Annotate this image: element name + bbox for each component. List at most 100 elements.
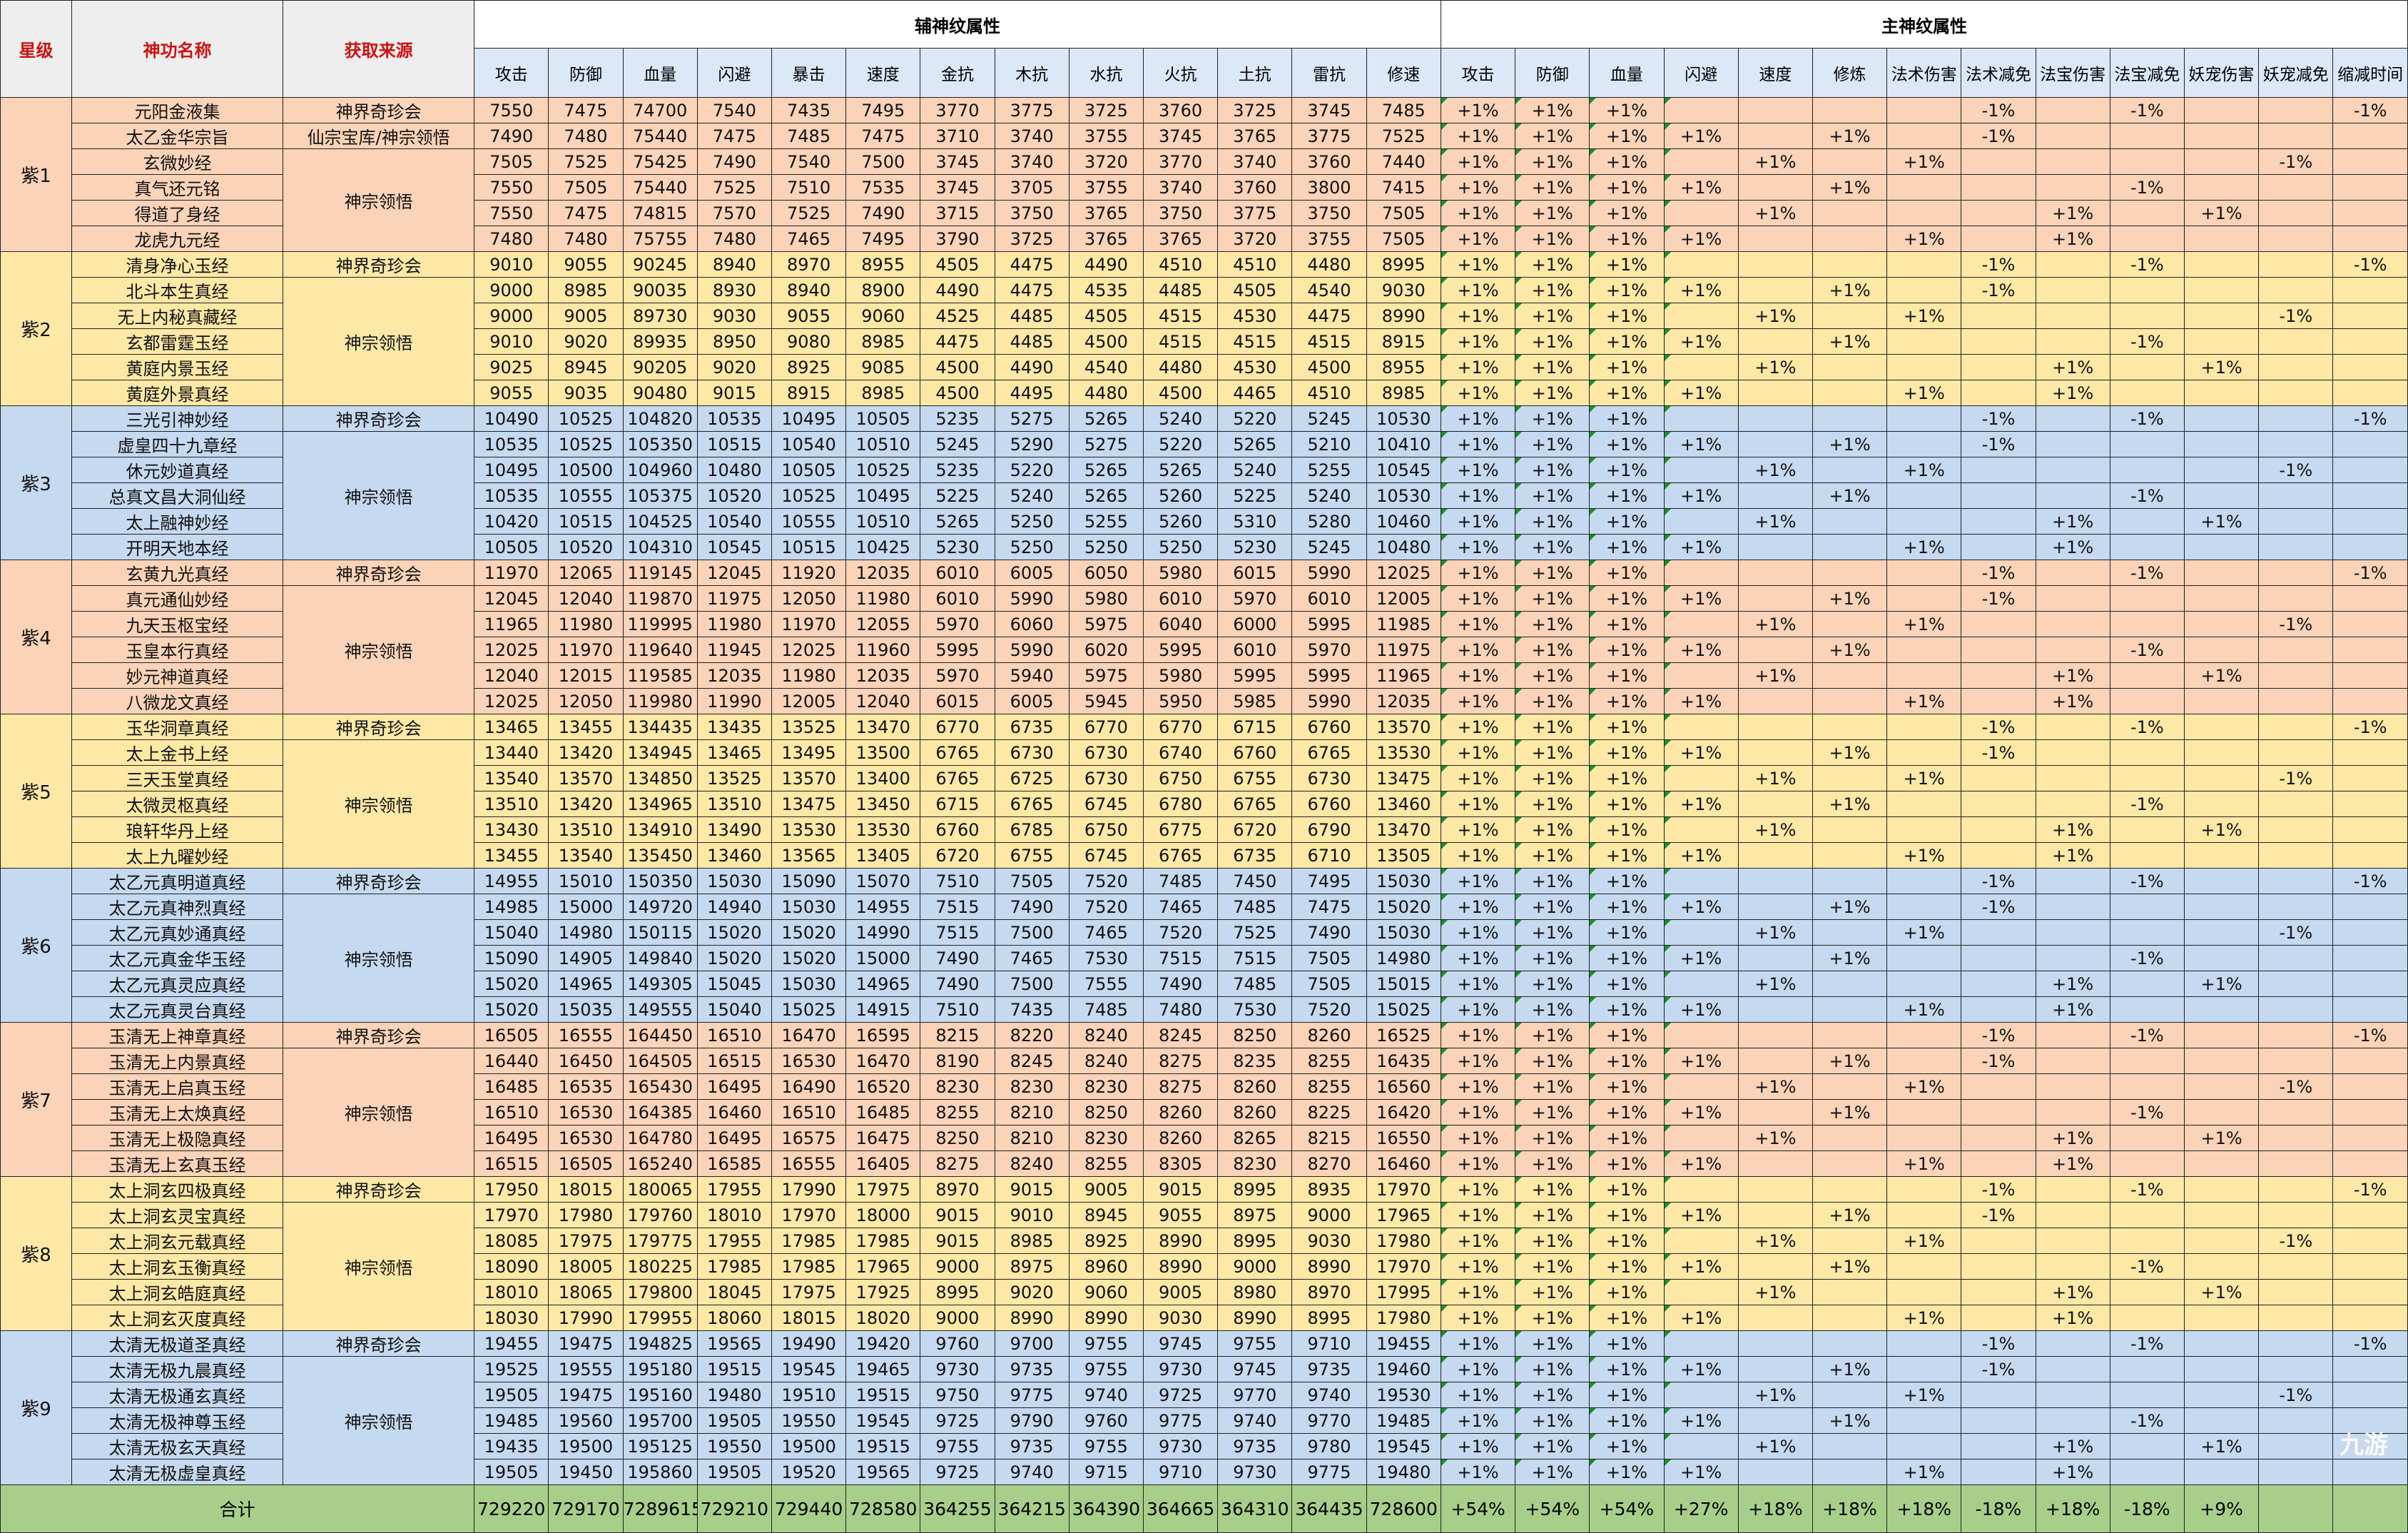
aux-value-cell: 4485 <box>995 329 1069 355</box>
skill-name-cell: 太乙元真灵应真经 <box>72 971 283 997</box>
main-value-cell <box>2036 1382 2110 1408</box>
aux-value-cell: 15030 <box>697 869 771 894</box>
aux-value-cell: 15020 <box>771 920 845 946</box>
aux-value-cell: 16485 <box>474 1074 549 1100</box>
main-value-cell <box>2333 201 2408 226</box>
aux-value-cell: 9775 <box>995 1382 1069 1408</box>
aux-value-cell: 8945 <box>549 355 623 380</box>
aux-value-cell: 16470 <box>846 1048 920 1074</box>
main-value-cell <box>2259 355 2333 380</box>
main-value-cell: +1% <box>1664 791 1738 817</box>
main-col-header: 缩减时间 <box>2333 49 2408 98</box>
aux-value-cell: 8955 <box>846 252 920 278</box>
aux-value-cell: 8985 <box>995 1228 1069 1254</box>
aux-value-cell: 8240 <box>1069 1048 1143 1074</box>
aux-value-cell: 19530 <box>1366 1382 1441 1408</box>
aux-value-cell: 12015 <box>549 663 623 689</box>
aux-value-cell: 19510 <box>771 1382 845 1408</box>
aux-value-cell: 7435 <box>995 997 1069 1023</box>
aux-value-cell: 3705 <box>995 175 1069 201</box>
main-value-cell: +1% <box>1590 663 1664 689</box>
total-aux-cell: 364665 <box>1143 1485 1217 1533</box>
aux-value-cell: 9770 <box>1218 1382 1292 1408</box>
main-value-cell: +1% <box>1590 971 1664 997</box>
main-value-cell: +1% <box>1590 1074 1664 1100</box>
aux-value-cell: 6730 <box>1292 766 1366 791</box>
main-value-cell <box>2259 843 2333 869</box>
main-value-cell <box>2184 278 2258 303</box>
main-value-cell <box>1664 303 1738 329</box>
main-value-cell <box>1887 175 1961 201</box>
aux-value-cell: 19505 <box>697 1459 771 1485</box>
main-value-cell: +1% <box>1515 1280 1590 1305</box>
main-value-cell <box>1664 1125 1738 1151</box>
aux-value-cell: 18015 <box>549 1177 623 1203</box>
aux-value-cell: 12005 <box>771 689 845 714</box>
aux-value-cell: 119995 <box>623 612 697 637</box>
aux-value-cell: 17990 <box>549 1305 623 1331</box>
main-value-cell: +1% <box>1590 740 1664 766</box>
aux-value-cell: 15020 <box>474 997 549 1023</box>
skill-name-cell: 太上洞玄灵宝真经 <box>72 1203 283 1228</box>
aux-value-cell: 7485 <box>1143 869 1217 894</box>
aux-value-cell: 16505 <box>549 1151 623 1177</box>
table-row: 紫8太上洞玄四极真经神界奇珍会1795018015180065179551799… <box>1 1177 2408 1203</box>
aux-value-cell: 10510 <box>846 509 920 535</box>
main-value-cell <box>1738 1331 1812 1357</box>
aux-value-cell: 4505 <box>1218 278 1292 303</box>
total-aux-cell: 729220 <box>474 1485 549 1533</box>
main-value-cell <box>1664 920 1738 946</box>
main-value-cell: -1% <box>2259 1382 2333 1408</box>
main-value-cell <box>2184 1254 2258 1280</box>
aux-value-cell: 3755 <box>1069 123 1143 149</box>
aux-value-cell: 15070 <box>846 869 920 894</box>
aux-value-cell: 5975 <box>1069 612 1143 637</box>
aux-value-cell: 7505 <box>995 869 1069 894</box>
main-value-cell <box>2259 535 2333 560</box>
aux-value-cell: 6060 <box>995 612 1069 637</box>
main-value-cell: +1% <box>1664 123 1738 149</box>
main-value-cell <box>1961 1151 2036 1177</box>
main-value-cell: +1% <box>1515 1228 1590 1254</box>
aux-value-cell: 7435 <box>771 98 845 123</box>
main-value-cell: +1% <box>1515 560 1590 586</box>
aux-value-cell: 8190 <box>920 1048 995 1074</box>
main-value-cell <box>2110 509 2184 535</box>
main-value-cell: +1% <box>2036 997 2110 1023</box>
table-row: 紫7玉清无上神章真经神界奇珍会1650516555164450165101647… <box>1 1023 2408 1048</box>
aux-value-cell: 10515 <box>697 432 771 457</box>
main-value-cell: +1% <box>1812 1203 1886 1228</box>
main-value-cell <box>2036 406 2110 432</box>
aux-value-cell: 3770 <box>1143 149 1217 175</box>
main-value-cell: -1% <box>2110 483 2184 509</box>
main-value-cell <box>1961 1434 2036 1459</box>
aux-value-cell: 180065 <box>623 1177 697 1203</box>
main-value-cell <box>2333 483 2408 509</box>
main-value-cell <box>1664 355 1738 380</box>
table-row: 太上洞玄灵宝真经神宗领悟1797017980179760180101797018… <box>1 1203 2408 1228</box>
aux-value-cell: 5265 <box>920 509 995 535</box>
main-value-cell: +1% <box>1515 252 1590 278</box>
main-col-header: 法术伤害 <box>1887 49 1961 98</box>
aux-value-cell: 5225 <box>920 483 995 509</box>
aux-value-cell: 7530 <box>1218 997 1292 1023</box>
main-value-cell <box>1961 637 2036 663</box>
main-value-cell <box>1887 714 1961 740</box>
main-value-cell: +1% <box>1887 920 1961 946</box>
main-value-cell <box>2036 1048 2110 1074</box>
main-value-cell: +1% <box>1812 740 1886 766</box>
aux-value-cell: 19565 <box>846 1459 920 1485</box>
aux-value-cell: 4500 <box>1069 329 1143 355</box>
aux-value-cell: 9015 <box>920 1228 995 1254</box>
aux-value-cell: 15020 <box>474 971 549 997</box>
main-value-cell: +1% <box>1441 997 1515 1023</box>
main-value-cell <box>2333 843 2408 869</box>
aux-value-cell: 6765 <box>920 740 995 766</box>
main-value-cell <box>1738 1305 1812 1331</box>
aux-value-cell: 3750 <box>995 201 1069 226</box>
main-value-cell <box>1738 329 1812 355</box>
aux-value-cell: 14965 <box>549 971 623 997</box>
total-row: 合计72922072917072896157292107294407285803… <box>1 1485 2408 1533</box>
aux-value-cell: 10510 <box>846 432 920 457</box>
aux-value-cell: 16530 <box>549 1125 623 1151</box>
